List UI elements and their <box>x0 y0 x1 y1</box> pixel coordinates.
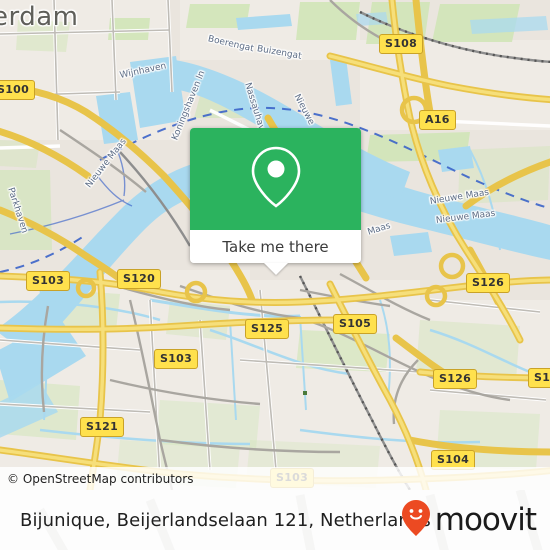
map-pin-icon <box>249 145 303 214</box>
road-shield-a16: A16 <box>419 110 456 130</box>
road-shield-s103: S103 <box>154 349 199 369</box>
road-shield-s108: S108 <box>379 34 424 54</box>
attribution-text: © OpenStreetMap contributors <box>7 471 194 486</box>
road-shield-s109: S109 <box>528 368 550 388</box>
road-shield-s120: S120 <box>117 269 162 289</box>
road-shield-s125: S125 <box>245 319 290 339</box>
road-shield-s105: S105 <box>333 314 378 334</box>
location-title-text: Bijunique, Beijerlandselaan 121, Netherl… <box>20 509 431 531</box>
road-shield-s103: S103 <box>26 271 71 291</box>
road-shield-s121: S121 <box>80 417 125 437</box>
road-shield-s126: S126 <box>433 369 478 389</box>
take-me-there-button[interactable]: Take me there <box>190 230 361 263</box>
moovit-pin-smiley-icon <box>401 499 431 542</box>
moovit-brand[interactable]: moovit <box>401 490 537 550</box>
info-card-pointer <box>263 263 288 275</box>
map-screenshot: erdam Nieuwe Maas Nieuwe Maas Nieuwe Maas M… <box>0 0 550 550</box>
moovit-wordmark: moovit <box>434 501 537 538</box>
location-title: Bijunique, Beijerlandselaan 121, Netherl… <box>20 490 431 550</box>
take-me-there-label: Take me there <box>222 237 329 256</box>
location-info-card[interactable]: Take me there <box>190 128 361 275</box>
footer-bar: Bijunique, Beijerlandselaan 121, Netherl… <box>0 490 550 550</box>
road-shield-s126: S126 <box>466 273 511 293</box>
map-attribution[interactable]: © OpenStreetMap contributors <box>0 467 550 490</box>
road-shield-s100: S100 <box>0 80 36 100</box>
info-card-header <box>190 128 361 230</box>
map-viewport[interactable]: erdam Nieuwe Maas Nieuwe Maas Nieuwe Maas M… <box>0 0 550 490</box>
